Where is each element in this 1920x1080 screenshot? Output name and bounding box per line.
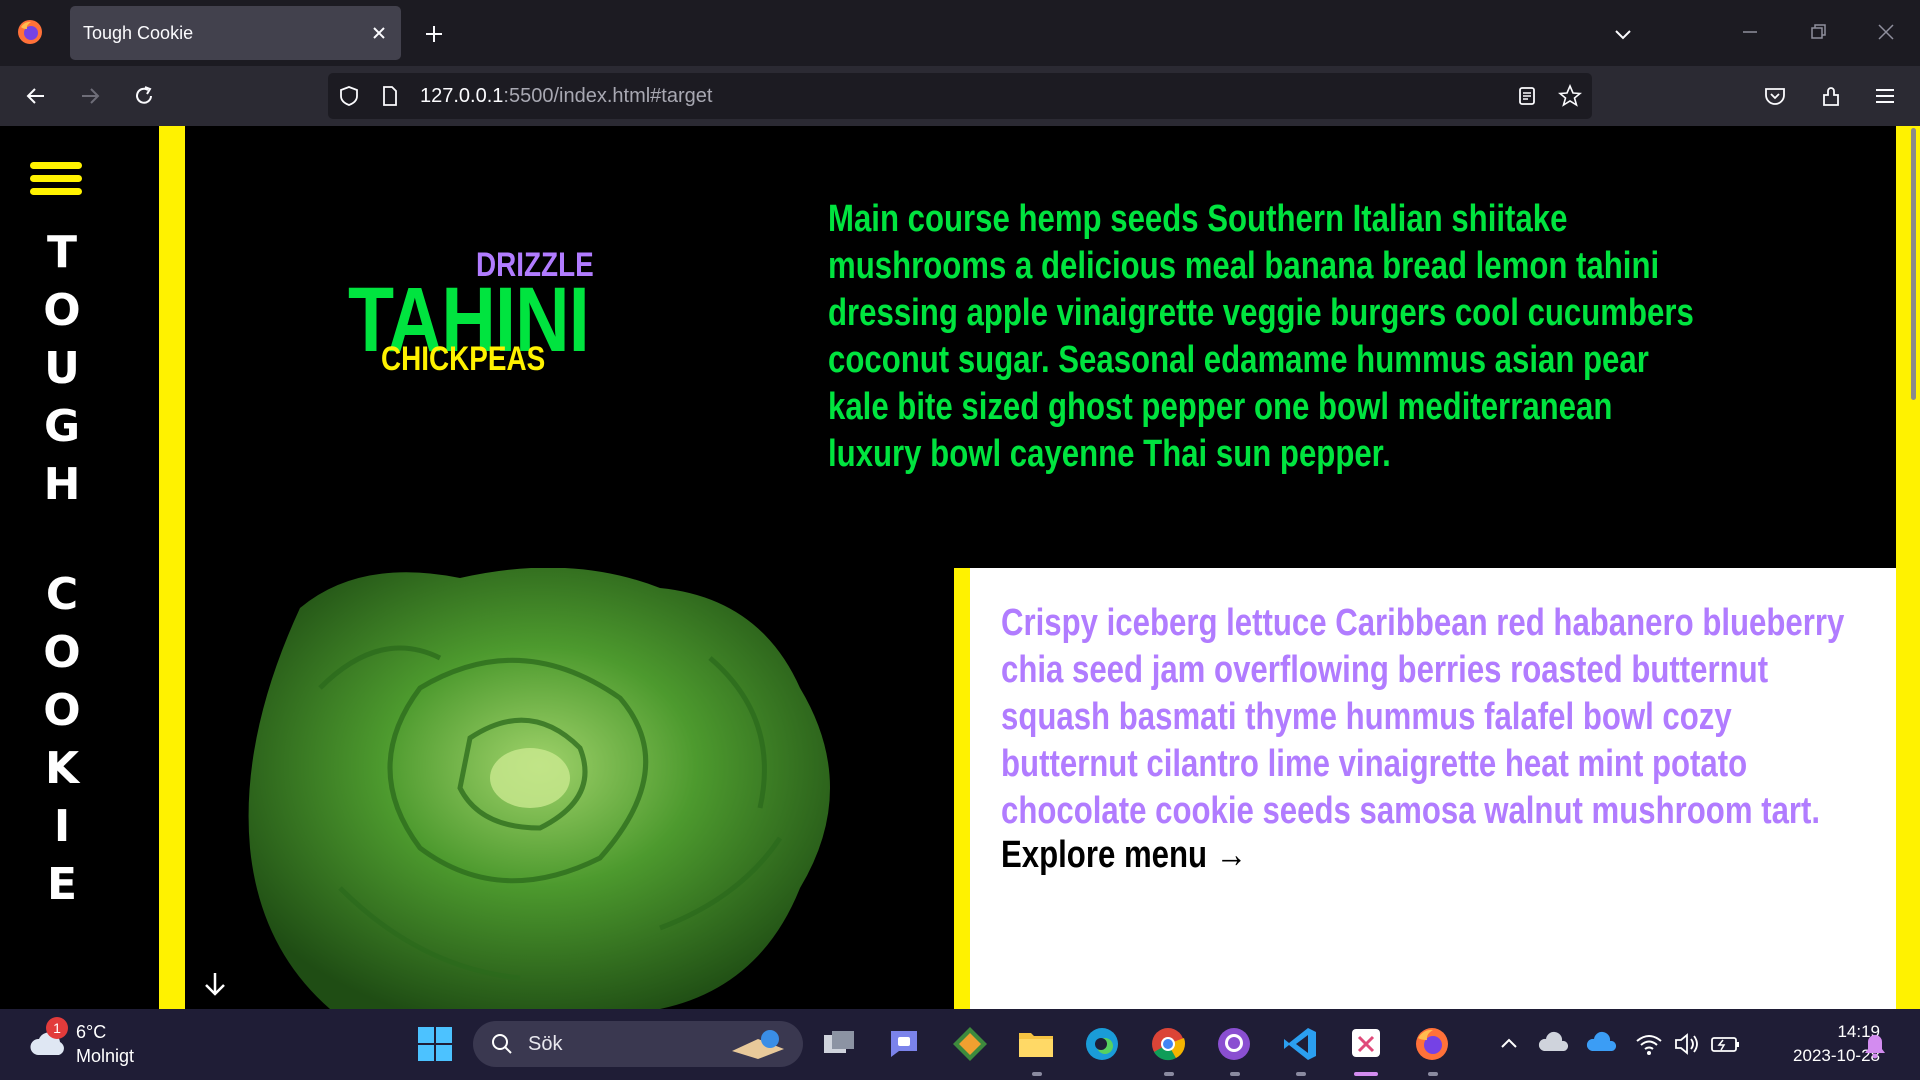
hamburger-bar (30, 188, 82, 195)
firefox-icon[interactable] (17, 19, 43, 45)
brand-spacer (42, 514, 82, 566)
lettuce-image (248, 568, 830, 1009)
windows-taskbar: 1 6°C Molnigt Sök 14:19 2023-10-28 (0, 1009, 1920, 1080)
brand-letter: O (43, 285, 81, 336)
task-view-icon[interactable] (820, 1025, 858, 1063)
arrow-down-icon[interactable] (202, 970, 228, 998)
running-indicator (1164, 1072, 1174, 1076)
edge-icon[interactable] (1083, 1025, 1121, 1063)
search-placeholder: Sök (528, 1033, 563, 1055)
content-card: Crispy iceberg lettuce Caribbean red hab… (954, 568, 1896, 1009)
explore-menu-link[interactable]: Explore menu → (1001, 834, 1247, 877)
yellow-stripe-right (1896, 126, 1920, 1009)
hamburger-menu-button[interactable] (30, 162, 82, 198)
logo-chickpeas: CHICKPEAS (381, 340, 546, 378)
notification-bell-icon[interactable] (1860, 1031, 1890, 1061)
reader-view-icon[interactable] (1516, 85, 1538, 107)
chevron-down-icon[interactable] (1611, 22, 1635, 46)
taskbar-search[interactable]: Sök (473, 1021, 803, 1067)
card-paragraph: Crispy iceberg lettuce Caribbean red hab… (1001, 602, 1845, 832)
tahini-logo: DRIZZLE TAHINI CHICKPEAS (348, 246, 610, 406)
brand-letter: K (44, 743, 80, 794)
onedrive-blue-icon[interactable] (1584, 1025, 1622, 1063)
teams-chat-icon[interactable] (885, 1025, 923, 1063)
reload-icon[interactable] (131, 83, 157, 109)
url-host: 127.0.0.1 (420, 85, 504, 107)
running-indicator (1296, 1072, 1306, 1076)
chrome-icon[interactable] (1149, 1025, 1187, 1063)
running-indicator (1032, 1072, 1042, 1076)
page-viewport: T O U G H C O O K I E DRIZZLE TAHINI CHI… (0, 126, 1920, 1009)
restore-icon[interactable] (1806, 20, 1830, 44)
url-path: :5500/index.html#target (503, 85, 713, 107)
battery-icon[interactable] (1706, 1025, 1744, 1063)
vertical-brand-name: T O U G H C O O K I E (42, 224, 82, 914)
weather-description[interactable]: Molnigt (76, 1046, 134, 1067)
firefox-taskbar-icon[interactable] (1413, 1025, 1451, 1063)
url-text[interactable]: 127.0.0.1:5500/index.html#target (420, 85, 712, 108)
browser-tab[interactable]: Tough Cookie (70, 6, 401, 60)
weather-temperature[interactable]: 6°C (76, 1022, 106, 1043)
github-desktop-icon[interactable] (1215, 1025, 1253, 1063)
notification-badge: 1 (46, 1017, 68, 1039)
search-icon (492, 1034, 512, 1054)
brand-letter: T (46, 227, 77, 278)
wifi-icon[interactable] (1630, 1025, 1668, 1063)
brand-letter: O (43, 685, 81, 736)
forward-icon[interactable] (77, 83, 103, 109)
navigation-toolbar: 127.0.0.1:5500/index.html#target (0, 66, 1920, 126)
window-close-icon[interactable] (1874, 20, 1898, 44)
new-tab-icon[interactable] (422, 22, 446, 46)
scrollbar-thumb[interactable] (1911, 128, 1916, 400)
search-highlight-icon (732, 1030, 784, 1059)
page-icon (383, 86, 397, 106)
hamburger-bar (30, 162, 82, 169)
running-indicator (1230, 1072, 1240, 1076)
address-bar[interactable]: 127.0.0.1:5500/index.html#target (328, 73, 1592, 119)
brand-letter: C (45, 569, 79, 620)
hamburger-bar (30, 175, 82, 182)
yellow-stripe-left (159, 126, 185, 1009)
brand-letter: E (46, 859, 78, 910)
menu-icon[interactable] (1872, 83, 1898, 109)
vscode-icon[interactable] (1281, 1025, 1319, 1063)
tab-title: Tough Cookie (83, 23, 194, 43)
onedrive-icon[interactable] (1536, 1025, 1574, 1063)
git-tool-icon[interactable] (951, 1025, 989, 1063)
running-indicator (1428, 1072, 1438, 1076)
bookmark-star-icon[interactable] (1558, 84, 1582, 108)
volume-icon[interactable] (1668, 1025, 1706, 1063)
intro-paragraph: Main course hemp seeds Southern Italian … (828, 198, 1694, 475)
brand-letter: U (44, 343, 80, 394)
minimize-icon[interactable] (1738, 20, 1762, 44)
brand-letter: H (43, 459, 81, 510)
chevron-up-icon[interactable] (1490, 1025, 1528, 1063)
snipping-tool-icon[interactable] (1347, 1025, 1385, 1063)
file-explorer-icon[interactable] (1017, 1025, 1055, 1063)
pocket-icon[interactable] (1762, 83, 1788, 109)
shield-icon[interactable] (338, 85, 360, 107)
extensions-icon[interactable] (1818, 83, 1844, 109)
brand-letter: G (43, 401, 81, 452)
tab-bar: Tough Cookie (0, 0, 1920, 66)
brand-letter: O (43, 627, 81, 678)
close-tab-icon[interactable] (369, 23, 389, 43)
brand-letter: I (53, 801, 71, 852)
windows-start-icon[interactable] (416, 1025, 454, 1063)
back-icon[interactable] (23, 83, 49, 109)
active-app-indicator (1354, 1072, 1378, 1076)
